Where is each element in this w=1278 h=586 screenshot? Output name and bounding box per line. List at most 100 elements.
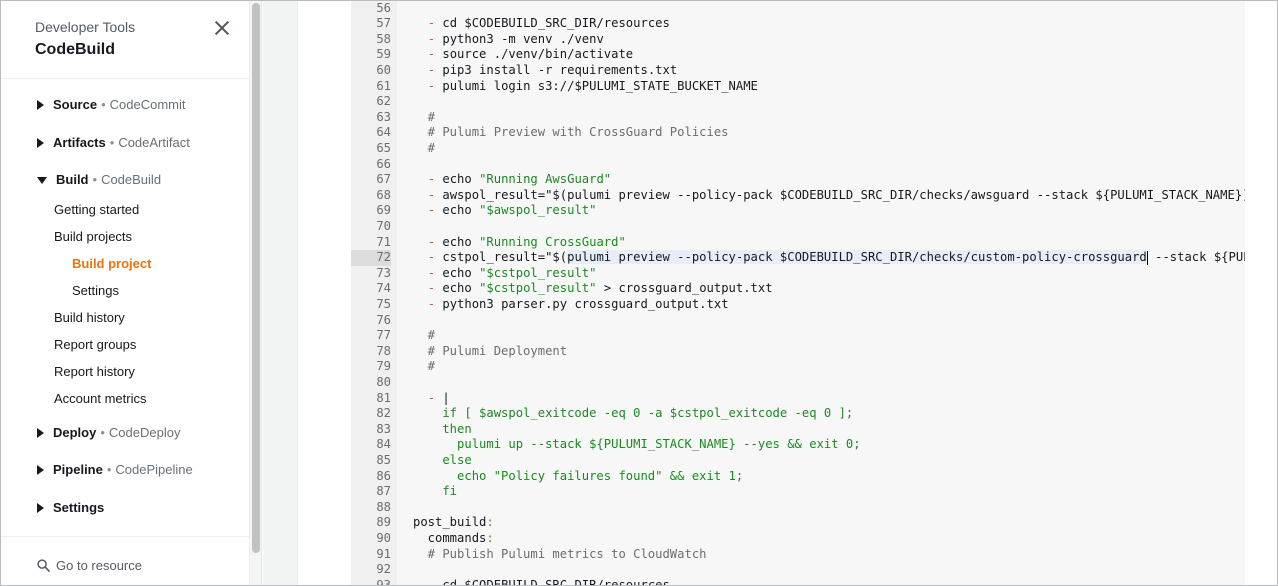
code-line[interactable]: 66 (351, 157, 1259, 173)
section-service: CodePipeline (115, 462, 193, 477)
close-icon[interactable] (213, 19, 231, 37)
line-number: 57 (376, 16, 391, 31)
code-text: - source ./venv/bin/activate (427, 47, 634, 62)
code-text: - awspol_result="$(pulumi preview --poli… (427, 187, 1259, 202)
code-line[interactable]: 78 # Pulumi Deployment (351, 344, 1259, 360)
code-text: pulumi up --stack ${PULUMI_STACK_NAME} -… (413, 437, 861, 452)
code-line[interactable]: 74 - echo "$cstpol_result" > crossguard_… (351, 281, 1259, 297)
sidebar-section-deploy[interactable]: Deploy • CodeDeploy (37, 425, 180, 440)
code-line[interactable]: 75 - python3 parser.py crossguard_output… (351, 297, 1259, 313)
line-number: 87 (376, 484, 391, 499)
code-text: # (413, 140, 436, 155)
code-line[interactable]: 85 else (351, 453, 1259, 469)
code-line[interactable]: 86 echo "Policy failures found" && exit … (351, 469, 1259, 485)
code-line[interactable]: 81 - | (351, 391, 1259, 407)
sidebar-item-build-history[interactable]: Build history (54, 310, 125, 325)
code-text: - echo "Running AwsGuard" (427, 172, 612, 187)
sidebar-scrollbar[interactable] (250, 1, 262, 585)
line-number: 89 (376, 515, 391, 530)
code-line[interactable]: 58 - python3 -m venv ./venv (351, 32, 1259, 48)
line-number: 64 (376, 125, 391, 140)
sidebar-section-artifacts[interactable]: Artifacts • CodeArtifact (37, 135, 190, 150)
code-line[interactable]: 83 then (351, 422, 1259, 438)
line-number: 77 (376, 328, 391, 343)
code-line[interactable]: 73 - echo "$cstpol_result" (351, 266, 1259, 282)
code-line[interactable]: 79 # (351, 359, 1259, 375)
sidebar-item-getting-started[interactable]: Getting started (54, 202, 139, 217)
sidebar-divider (1, 536, 250, 537)
code-text: - | (427, 390, 450, 405)
line-number: 67 (376, 172, 391, 187)
code-line[interactable]: 59 - source ./venv/bin/activate (351, 47, 1259, 63)
buildspec-code-editor[interactable]: 56 57 - cd $CODEBUILD_SRC_DIR/resources 58… (351, 1, 1259, 585)
code-text: if [ $awspol_exitcode -eq 0 -a $cstpol_e… (413, 406, 854, 421)
code-line[interactable]: 72 - cstpol_result="$(pulumi preview --p… (351, 250, 1259, 266)
sidebar-section-settings[interactable]: Settings (37, 500, 104, 515)
main-content: 56 57 - cd $CODEBUILD_SRC_DIR/resources 58… (263, 1, 1277, 585)
code-text: - echo "$cstpol_result" > crossguard_out… (427, 281, 773, 296)
sidebar-section-pipeline[interactable]: Pipeline • CodePipeline (37, 462, 193, 477)
section-label: Build (56, 172, 89, 187)
code-line[interactable]: 76 (351, 313, 1259, 329)
line-number: 74 (376, 281, 391, 296)
go-to-resource-link[interactable]: Go to resource (37, 558, 142, 573)
code-line[interactable]: 61 - pulumi login s3://$PULUMI_STATE_BUC… (351, 79, 1259, 95)
code-line[interactable]: 82 if [ $awspol_exitcode -eq 0 -a $cstpo… (351, 406, 1259, 422)
code-line[interactable]: 87 fi (351, 484, 1259, 500)
code-line[interactable]: 60 - pip3 install -r requirements.txt (351, 63, 1259, 79)
search-icon (37, 559, 50, 572)
code-line[interactable]: 77 # (351, 328, 1259, 344)
caret-right-icon (37, 427, 44, 438)
code-line[interactable]: 64 # Pulumi Preview with CrossGuard Poli… (351, 125, 1259, 141)
sidebar-subtitle: Developer Tools (35, 19, 136, 35)
code-line[interactable]: 93 - cd $CODEBUILD_SRC_DIR/resources (351, 578, 1259, 585)
sidebar-item-settings[interactable]: Settings (72, 283, 119, 298)
line-number: 68 (376, 187, 391, 202)
code-line[interactable]: 84 pulumi up --stack ${PULUMI_STACK_NAME… (351, 437, 1259, 453)
section-label: Source (53, 97, 98, 112)
sidebar-section-build[interactable]: Build • CodeBuild (37, 172, 161, 187)
code-line[interactable]: 63 # (351, 110, 1259, 126)
sidebar-item-report-groups[interactable]: Report groups (54, 337, 136, 352)
separator-dot: • (92, 172, 98, 187)
go-to-resource-label: Go to resource (56, 558, 142, 573)
code-line[interactable]: 90 commands: (351, 531, 1259, 547)
code-line[interactable]: 62 (351, 94, 1259, 110)
line-number: 65 (376, 140, 391, 155)
separator-dot: • (109, 135, 115, 150)
code-line[interactable]: 56 (351, 1, 1259, 16)
section-service: CodeDeploy (108, 425, 181, 440)
sidebar-item-account-metrics[interactable]: Account metrics (54, 391, 146, 406)
code-line[interactable]: 91 # Publish Pulumi metrics to CloudWatc… (351, 547, 1259, 563)
code-line[interactable]: 70 (351, 219, 1259, 235)
sidebar-item-build-project[interactable]: Build project (72, 256, 151, 271)
code-text: - pip3 install -r requirements.txt (427, 62, 678, 77)
code-text: - python3 parser.py crossguard_output.tx… (427, 296, 729, 311)
code-line[interactable]: 80 (351, 375, 1259, 391)
code-line[interactable]: 67 - echo "Running AwsGuard" (351, 172, 1259, 188)
code-text: - python3 -m venv ./venv (427, 31, 604, 46)
sidebar-item-build-projects[interactable]: Build projects (54, 229, 132, 244)
code-line[interactable]: 68 - awspol_result="$(pulumi preview --p… (351, 188, 1259, 204)
code-line[interactable]: 65 # (351, 141, 1259, 157)
line-number: 58 (376, 31, 391, 46)
sidebar-divider (1, 78, 250, 79)
code-line[interactable]: 71 - echo "Running CrossGuard" (351, 235, 1259, 251)
code-line[interactable]: 57 - cd $CODEBUILD_SRC_DIR/resources (351, 16, 1259, 32)
sidebar-section-source[interactable]: Source • CodeCommit (37, 97, 186, 112)
sidebar-scrollbar-thumb[interactable] (252, 3, 260, 553)
code-text: - cd $CODEBUILD_SRC_DIR/resources (427, 16, 670, 31)
code-line[interactable]: 69 - echo "$awspol_result" (351, 203, 1259, 219)
line-number: 61 (376, 78, 391, 93)
line-number: 59 (376, 47, 391, 62)
code-line[interactable]: 89 post_build: (351, 515, 1259, 531)
line-number: 84 (376, 437, 391, 452)
sidebar-item-report-history[interactable]: Report history (54, 364, 135, 379)
code-line[interactable]: 88 (351, 500, 1259, 516)
code-line[interactable]: 92 (351, 562, 1259, 578)
line-number: 78 (376, 343, 391, 358)
line-number: 56 (376, 1, 391, 15)
line-number: 72 (351, 250, 391, 266)
line-number: 91 (376, 546, 391, 561)
caret-right-icon (37, 99, 44, 110)
